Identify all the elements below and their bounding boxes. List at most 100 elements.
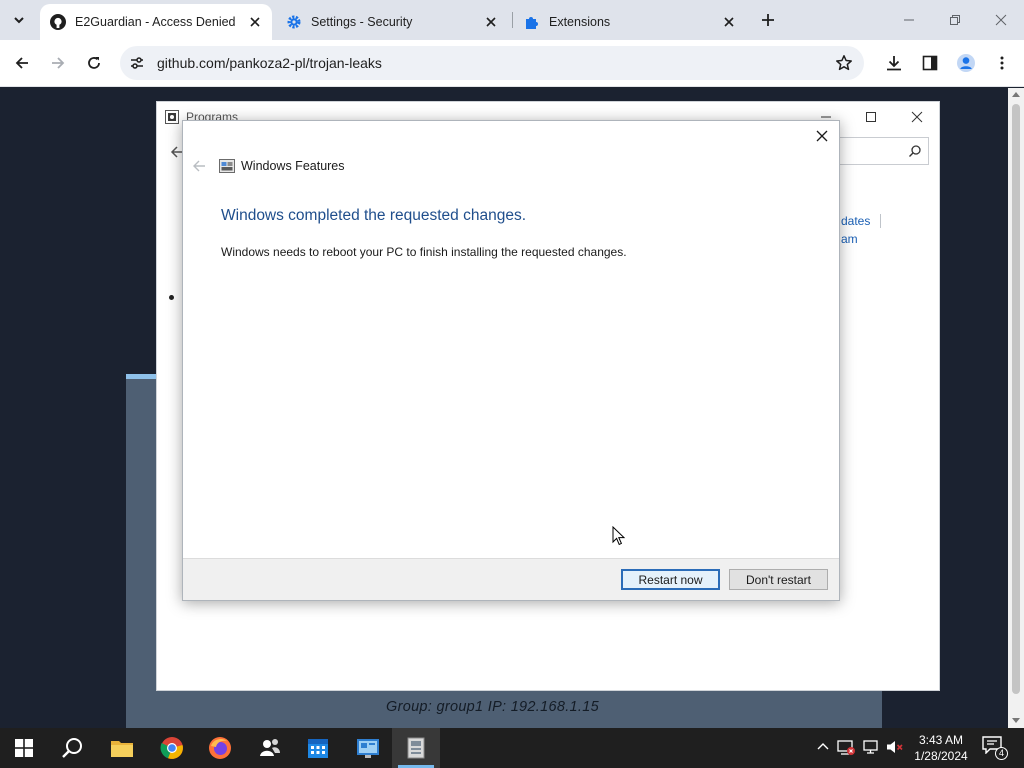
page-scrollbar[interactable]	[1008, 88, 1024, 728]
network-tray-button[interactable]	[862, 738, 880, 756]
programs-maximize-button[interactable]	[860, 107, 882, 127]
dialog-title: Windows Features	[241, 159, 345, 173]
link-divider	[880, 214, 881, 228]
programs-icon	[165, 110, 179, 124]
side-panel-icon	[922, 55, 938, 71]
dialog-message: Windows needs to reboot your PC to finis…	[221, 245, 627, 259]
programs-window: Programs dates am Windows Features Windo…	[156, 101, 940, 691]
panel-accent	[126, 374, 156, 379]
calendar-app-button[interactable]	[294, 728, 342, 768]
list-bullet	[169, 295, 174, 300]
new-tab-button[interactable]	[757, 9, 779, 31]
close-icon	[911, 111, 923, 123]
calendar-icon	[308, 739, 328, 758]
url-text[interactable]: github.com/pankoza2-pl/trojan-leaks	[157, 55, 382, 71]
puzzle-icon	[524, 14, 540, 30]
dont-restart-button[interactable]: Don't restart	[729, 569, 828, 590]
installer-icon	[407, 737, 425, 759]
reload-icon	[88, 57, 100, 69]
clock-time: 3:43 AM	[918, 733, 964, 747]
scrollbar-thumb[interactable]	[1012, 104, 1020, 694]
tab-extensions[interactable]: Extensions	[514, 4, 746, 40]
chevron-up-icon	[817, 743, 829, 750]
tab-label: Settings - Security	[311, 15, 413, 29]
dialog-close-button[interactable]	[813, 127, 831, 145]
side-panel-button[interactable]	[918, 51, 942, 75]
taskbar: 3:43 AM 1/28/2024 4	[0, 728, 1024, 768]
arrow-left-icon	[15, 57, 28, 69]
close-icon	[995, 14, 1007, 26]
dialog-heading: Windows completed the requested changes.	[221, 207, 527, 224]
tab-strip: E2Guardian - Access Denied Settings - Se…	[0, 0, 1024, 40]
more-vertical-icon	[1000, 56, 1004, 70]
windows-features-dialog: Windows Features Windows completed the r…	[182, 120, 840, 601]
site-info-icon[interactable]	[128, 54, 146, 72]
close-tab-icon[interactable]	[246, 13, 264, 31]
show-hidden-icons-button[interactable]	[814, 738, 832, 756]
control-panel-button[interactable]	[344, 728, 392, 768]
folder-icon	[111, 741, 133, 757]
tab-separator	[512, 12, 513, 28]
firefox-button[interactable]	[196, 728, 244, 768]
security-tray-button[interactable]	[837, 738, 855, 756]
tab-settings-security[interactable]: Settings - Security	[276, 4, 508, 40]
programs-features-button[interactable]	[392, 728, 440, 768]
close-icon	[816, 130, 828, 142]
firefox-icon	[209, 737, 231, 759]
tab-label: E2Guardian - Access Denied	[75, 15, 236, 29]
tab-label: Extensions	[549, 15, 611, 29]
clock-date: 1/28/2024	[914, 749, 968, 763]
users-icon	[260, 739, 280, 756]
system-clock[interactable]: 3:43 AM 1/28/2024	[910, 732, 972, 764]
chrome-button[interactable]	[148, 728, 196, 768]
restore-icon	[950, 15, 960, 25]
arrow-right-icon	[52, 57, 65, 69]
avatar-icon	[957, 54, 975, 72]
reload-button[interactable]	[82, 51, 106, 75]
gear-icon	[286, 14, 302, 30]
programs-close-button[interactable]	[906, 107, 928, 127]
close-tab-icon[interactable]	[482, 13, 500, 31]
web-page: Group: group1 IP: 192.168.1.15 Programs …	[0, 88, 1008, 728]
action-center-button[interactable]: 4	[982, 736, 1008, 760]
chevron-down-icon	[14, 17, 24, 24]
taskbar-search-button[interactable]	[48, 728, 96, 768]
downloads-button[interactable]	[882, 51, 906, 75]
chrome-icon	[160, 737, 183, 759]
search-icon	[909, 145, 921, 157]
arrow-left-icon[interactable]	[191, 158, 207, 174]
view-updates-link[interactable]: dates	[841, 214, 870, 228]
scroll-down-icon[interactable]	[1012, 718, 1020, 723]
security-tray-icon	[837, 740, 855, 755]
plus-icon	[762, 14, 774, 26]
volume-tray-button[interactable]	[886, 738, 904, 756]
back-button[interactable]	[10, 51, 34, 75]
start-button[interactable]	[0, 728, 48, 768]
run-program-link[interactable]: am	[841, 232, 858, 246]
minimize-icon	[904, 19, 914, 21]
windows-features-icon	[219, 159, 235, 173]
tab-search-button[interactable]	[6, 7, 32, 33]
search-icon	[62, 738, 82, 758]
address-bar[interactable]: github.com/pankoza2-pl/trojan-leaks	[120, 46, 864, 80]
browser-toolbar: github.com/pankoza2-pl/trojan-leaks	[0, 40, 1024, 87]
mouse-cursor-icon	[612, 526, 626, 546]
scroll-up-icon[interactable]	[1012, 92, 1020, 97]
minimize-button[interactable]	[897, 8, 921, 32]
users-app-button[interactable]	[246, 728, 294, 768]
file-explorer-button[interactable]	[98, 728, 146, 768]
close-window-button[interactable]	[989, 8, 1013, 32]
bookmark-star-icon[interactable]	[834, 53, 854, 73]
maximize-icon	[866, 112, 876, 122]
tab-e2guardian[interactable]: E2Guardian - Access Denied	[40, 4, 272, 40]
menu-button[interactable]	[990, 51, 1014, 75]
group-ip-text: Group: group1 IP: 192.168.1.15	[386, 699, 599, 715]
profile-button[interactable]	[954, 51, 978, 75]
restore-button[interactable]	[943, 8, 967, 32]
control-panel-icon	[357, 739, 379, 758]
forward-button[interactable]	[46, 51, 70, 75]
restart-now-button[interactable]: Restart now	[621, 569, 720, 590]
close-tab-icon[interactable]	[720, 13, 738, 31]
notification-count-badge: 4	[995, 747, 1008, 760]
network-icon	[863, 740, 878, 754]
